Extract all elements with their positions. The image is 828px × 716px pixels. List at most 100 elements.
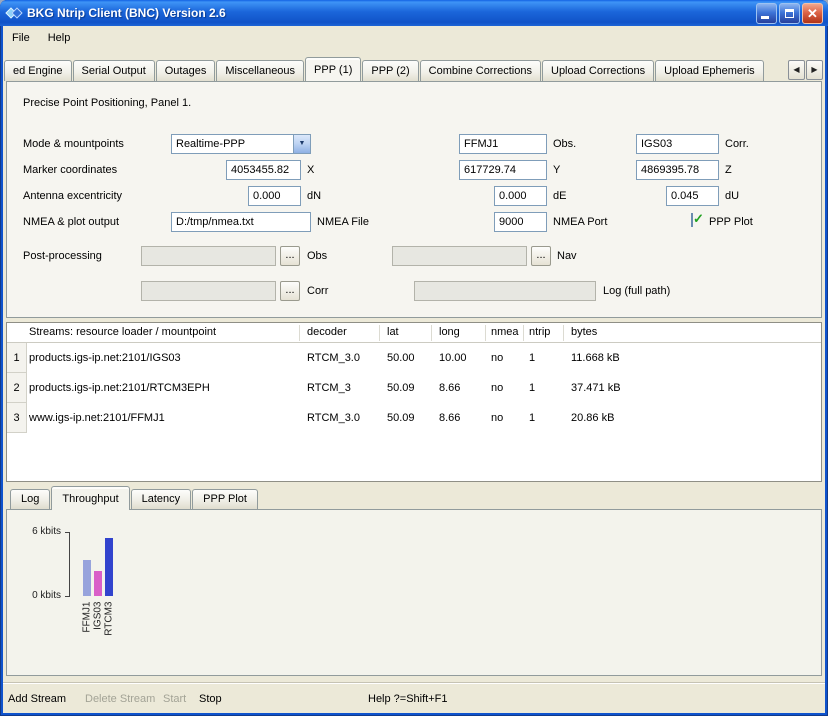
nmea-plot-output-label: NMEA & plot output xyxy=(23,215,119,229)
tab-outages[interactable]: Outages xyxy=(156,60,216,81)
header-long[interactable]: long xyxy=(439,326,460,338)
add-stream-button[interactable]: Add Stream xyxy=(8,686,66,713)
tab-ppp-plot[interactable]: PPP Plot xyxy=(192,489,258,509)
nmea-file-label: NMEA File xyxy=(317,215,369,229)
pp-corr-label: Corr xyxy=(307,284,328,298)
obs-file-input[interactable] xyxy=(141,246,276,266)
tab-upload-ephemeris[interactable]: Upload Ephemeris xyxy=(655,60,764,81)
nav-browse-button[interactable]: ... xyxy=(531,246,551,266)
nmea-port-input[interactable] xyxy=(494,212,547,232)
titlebar[interactable]: BKG Ntrip Client (BNC) Version 2.6 ✕ xyxy=(0,0,828,26)
table-row[interactable]: 3 www.igs-ip.net:2101/FFMJ1 RTCM_3.0 50.… xyxy=(7,403,821,433)
table-row[interactable]: 1 products.igs-ip.net:2101/IGS03 RTCM_3.… xyxy=(7,343,821,373)
dn-input[interactable] xyxy=(248,186,301,206)
mode-combobox[interactable]: Realtime-PPP ▼ xyxy=(171,134,311,154)
status-separator xyxy=(3,682,825,684)
cell-mountpoint: products.igs-ip.net:2101/RTCM3EPH xyxy=(29,373,210,403)
client-area: File Help ed Engine Serial Output Outage… xyxy=(3,26,825,713)
tab-scroll-right-button[interactable]: ▶ xyxy=(806,60,823,80)
corr-browse-button[interactable]: ... xyxy=(280,281,300,301)
minimize-icon xyxy=(761,16,769,19)
tab-throughput[interactable]: Throughput xyxy=(51,486,129,510)
y-axis-tick xyxy=(65,532,70,533)
minimize-button[interactable] xyxy=(756,3,777,24)
du-label: dU xyxy=(725,189,739,203)
ppp-plot-checkbox[interactable]: ✓ xyxy=(691,213,693,227)
corr-mountpoint-input[interactable] xyxy=(636,134,719,154)
tab-ppp-1[interactable]: PPP (1) xyxy=(305,57,361,81)
throughput-chart-panel: 6 kbits 0 kbits FFMJ1IGS03RTCM3 xyxy=(6,509,822,676)
ppp-plot-label: PPP Plot xyxy=(709,215,753,229)
table-row[interactable]: 2 products.igs-ip.net:2101/RTCM3EPH RTCM… xyxy=(7,373,821,403)
throughput-bar-label: IGS03 xyxy=(93,602,104,638)
y-coordinate-input[interactable] xyxy=(459,160,547,180)
tab-log[interactable]: Log xyxy=(10,489,50,509)
pp-log-label: Log (full path) xyxy=(603,284,670,298)
mode-combobox-value: Realtime-PPP xyxy=(172,135,293,153)
close-button[interactable]: ✕ xyxy=(802,3,823,24)
de-input[interactable] xyxy=(494,186,547,206)
cell-long: 10.00 xyxy=(439,343,467,373)
help-shortcut-label: Help ?=Shift+F1 xyxy=(368,686,448,713)
ppp-panel: Precise Point Positioning, Panel 1. Mode… xyxy=(6,81,822,318)
header-mountpoint[interactable]: Streams: resource loader / mountpoint xyxy=(29,326,216,338)
stop-button[interactable]: Stop xyxy=(199,686,222,713)
header-nmea[interactable]: nmea xyxy=(491,326,519,338)
header-lat[interactable]: lat xyxy=(387,326,399,338)
x-label: X xyxy=(307,163,314,177)
cell-ntrip: 1 xyxy=(529,343,535,373)
row-number: 3 xyxy=(7,403,27,433)
antenna-excentricity-label: Antenna excentricity xyxy=(23,189,122,203)
delete-stream-button[interactable]: Delete Stream xyxy=(85,686,155,713)
cell-bytes: 20.86 kB xyxy=(571,403,614,433)
z-coordinate-input[interactable] xyxy=(636,160,719,180)
cell-bytes: 37.471 kB xyxy=(571,373,621,403)
y-axis xyxy=(69,532,70,597)
z-label: Z xyxy=(725,163,732,177)
x-coordinate-input[interactable] xyxy=(226,160,301,180)
streams-table[interactable]: Streams: resource loader / mountpoint de… xyxy=(6,322,822,482)
window-title: BKG Ntrip Client (BNC) Version 2.6 xyxy=(27,6,756,20)
tab-combine-corrections[interactable]: Combine Corrections xyxy=(420,60,541,81)
combo-arrow-icon[interactable]: ▼ xyxy=(293,135,310,153)
cell-lat: 50.09 xyxy=(387,373,415,403)
cell-ntrip: 1 xyxy=(529,403,535,433)
cell-decoder: RTCM_3.0 xyxy=(307,403,360,433)
du-input[interactable] xyxy=(666,186,719,206)
throughput-bar-FFMJ1 xyxy=(83,560,91,596)
window-frame: BKG Ntrip Client (BNC) Version 2.6 ✕ Fil… xyxy=(0,0,828,716)
nav-file-input[interactable] xyxy=(392,246,527,266)
cell-long: 8.66 xyxy=(439,373,460,403)
header-decoder[interactable]: decoder xyxy=(307,326,347,338)
maximize-button[interactable] xyxy=(779,3,800,24)
log-path-input[interactable] xyxy=(414,281,596,301)
nmea-file-input[interactable] xyxy=(171,212,311,232)
tab-latency[interactable]: Latency xyxy=(131,489,192,509)
start-button[interactable]: Start xyxy=(163,686,186,713)
obs-browse-button[interactable]: ... xyxy=(280,246,300,266)
corr-file-input[interactable] xyxy=(141,281,276,301)
maximize-icon xyxy=(785,9,794,18)
y-label: Y xyxy=(553,163,560,177)
cell-mountpoint: www.igs-ip.net:2101/FFMJ1 xyxy=(29,403,165,433)
tab-ppp-2[interactable]: PPP (2) xyxy=(362,60,418,81)
header-bytes[interactable]: bytes xyxy=(571,326,597,338)
cell-bytes: 11.668 kB xyxy=(571,343,620,373)
tab-miscellaneous[interactable]: Miscellaneous xyxy=(216,60,304,81)
cell-mountpoint: products.igs-ip.net:2101/IGS03 xyxy=(29,343,181,373)
menubar: File Help xyxy=(3,26,825,50)
tab-upload-corrections[interactable]: Upload Corrections xyxy=(542,60,654,81)
throughput-bar-IGS03 xyxy=(94,571,102,596)
close-icon: ✕ xyxy=(803,4,822,23)
menu-help[interactable]: Help xyxy=(39,29,80,47)
tab-serial-output[interactable]: Serial Output xyxy=(73,60,155,81)
tab-scroll-left-button[interactable]: ◀ xyxy=(788,60,805,80)
tab-feed-engine[interactable]: ed Engine xyxy=(4,60,72,81)
menu-file[interactable]: File xyxy=(3,29,39,47)
dn-label: dN xyxy=(307,189,321,203)
bottom-bar: Add Stream Delete Stream Start Stop Help… xyxy=(3,686,825,713)
header-ntrip[interactable]: ntrip xyxy=(529,326,550,338)
tab-bar: ed Engine Serial Output Outages Miscella… xyxy=(3,56,825,81)
cell-decoder: RTCM_3 xyxy=(307,373,351,403)
obs-mountpoint-input[interactable] xyxy=(459,134,547,154)
